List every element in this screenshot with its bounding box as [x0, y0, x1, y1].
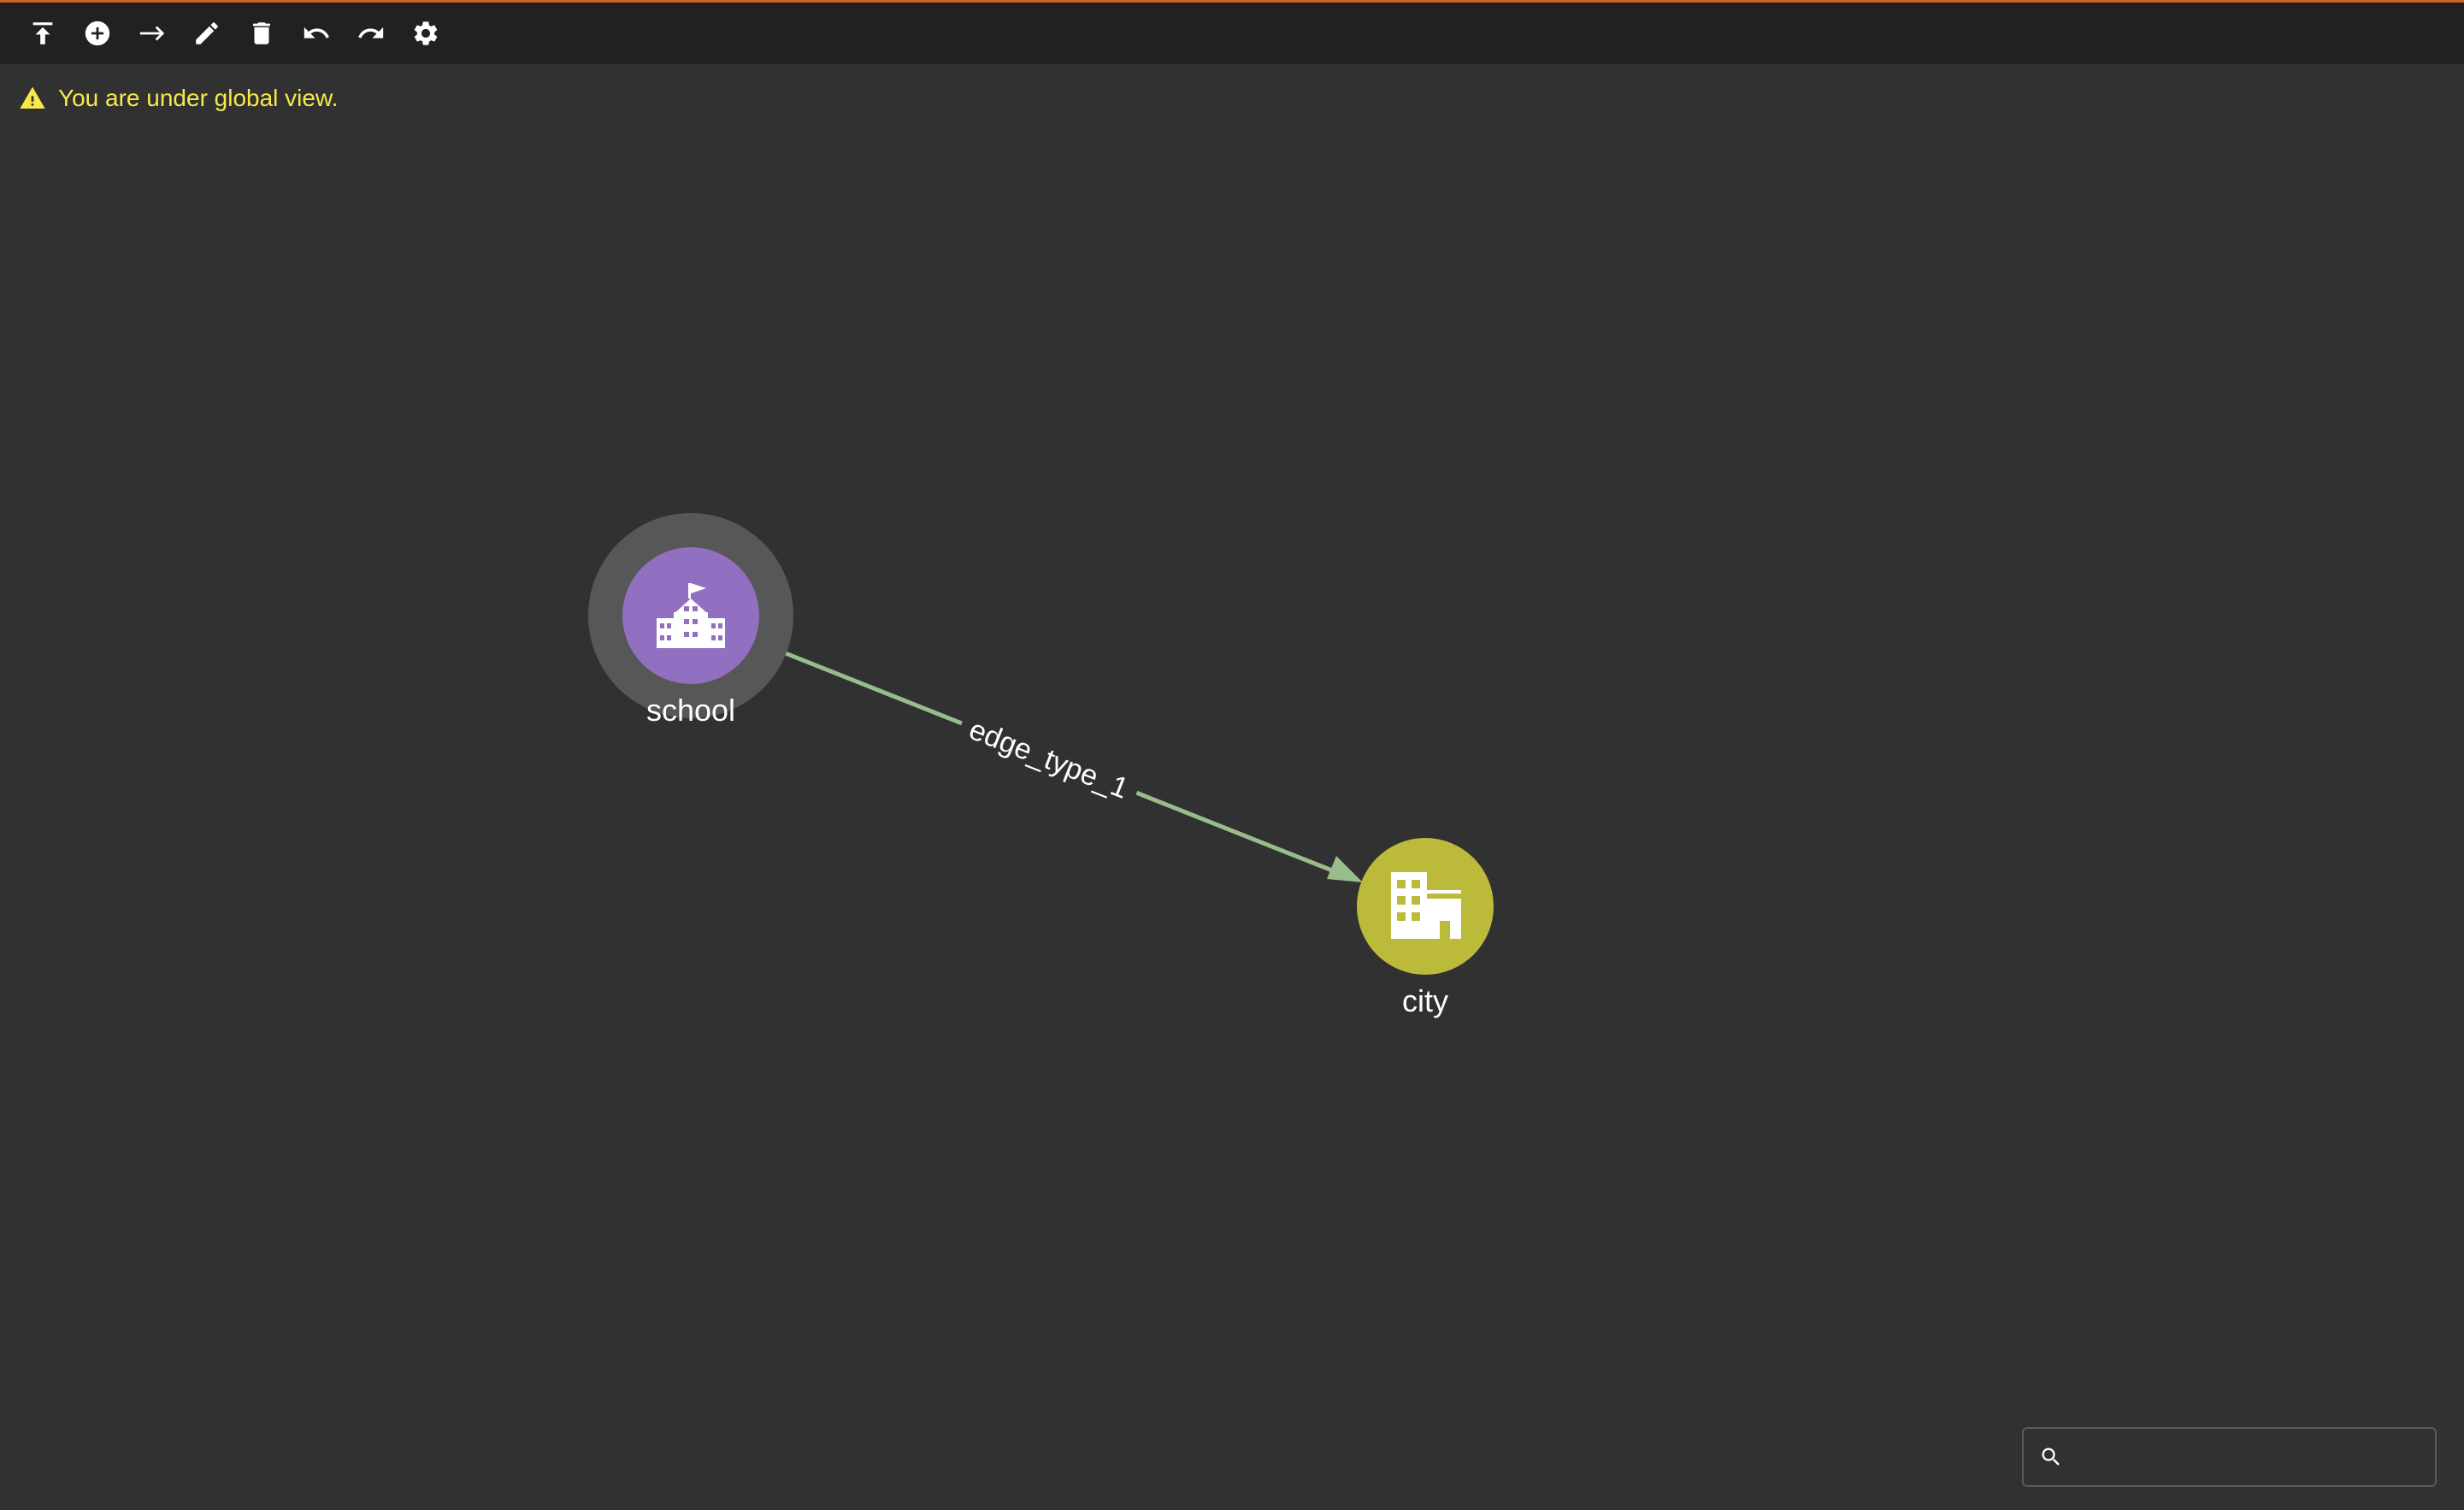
node-label: school: [646, 693, 735, 728]
toolbar: [0, 3, 2464, 64]
graph-node-city[interactable]: city: [1357, 838, 1494, 1018]
graph-node-school[interactable]: school: [588, 513, 793, 728]
delete-button[interactable]: [234, 6, 289, 61]
graph-editor-app: You are under global view. edge_type_1 s…: [0, 0, 2464, 1510]
node-label: city: [1402, 983, 1448, 1018]
undo-icon: [304, 27, 329, 38]
settings-button[interactable]: [398, 6, 453, 61]
upload-button[interactable]: [15, 6, 70, 61]
redo-icon: [358, 27, 384, 38]
search-box[interactable]: [2022, 1427, 2437, 1487]
graph-edge[interactable]: edge_type_1: [757, 640, 1363, 882]
search-input[interactable]: [2073, 1430, 2435, 1483]
add-circle-icon: [85, 21, 110, 46]
pencil-icon: [196, 22, 218, 44]
search-icon: [2042, 1448, 2060, 1466]
upload-icon: [32, 22, 53, 44]
redo-button[interactable]: [344, 6, 398, 61]
gear-icon: [414, 21, 438, 45]
edit-button[interactable]: [180, 6, 234, 61]
trash-icon: [253, 22, 270, 44]
add-node-button[interactable]: [70, 6, 125, 61]
undo-button[interactable]: [289, 6, 344, 61]
arrow-right-icon: [139, 26, 165, 41]
edge-arrowhead: [1327, 856, 1363, 882]
graph-canvas[interactable]: edge_type_1 school city: [0, 64, 2464, 1510]
add-edge-button[interactable]: [125, 6, 180, 61]
